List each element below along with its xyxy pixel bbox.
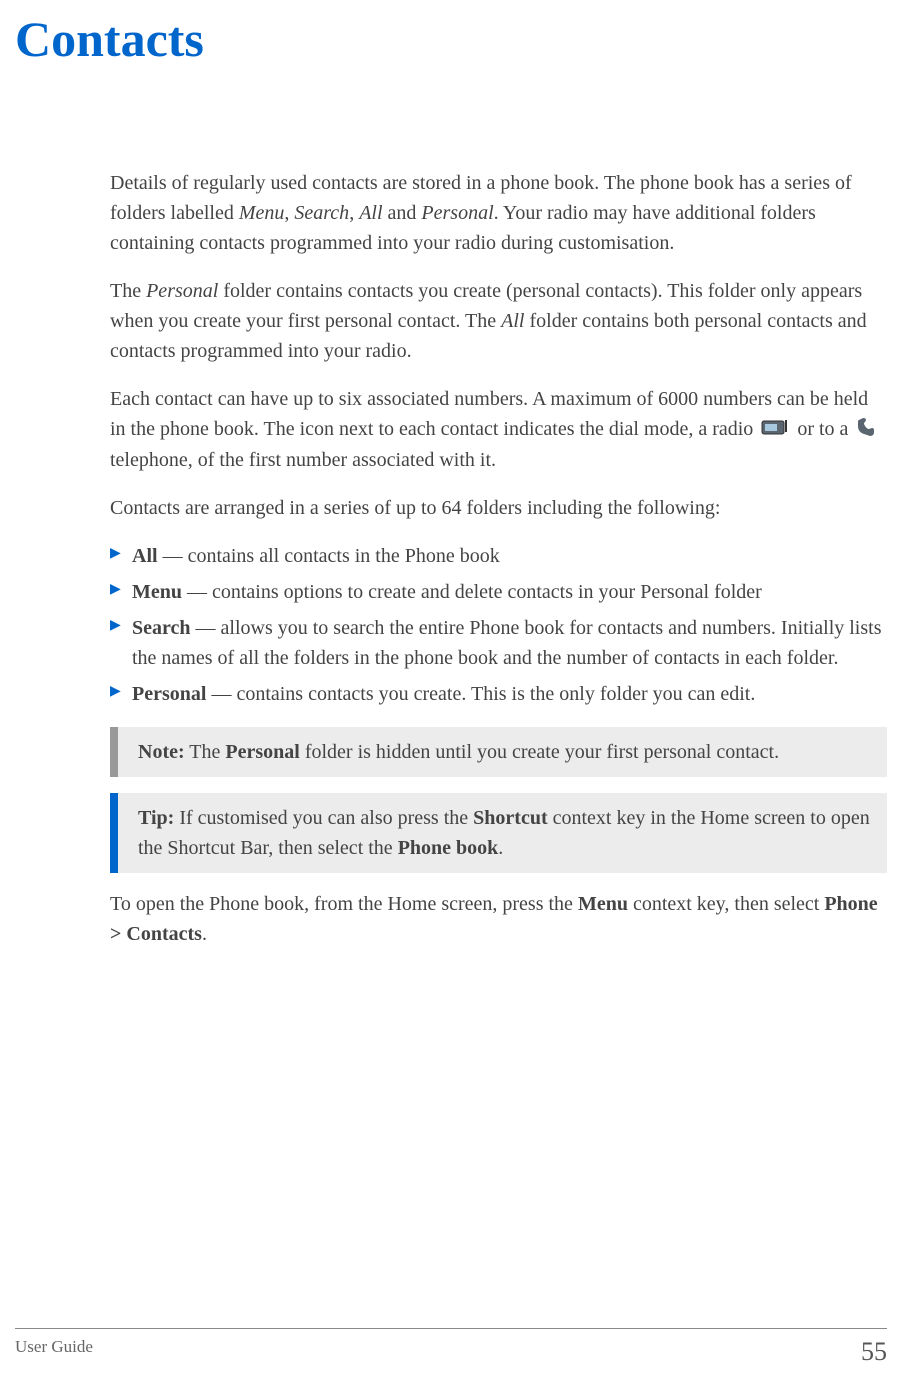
paragraph-intro: Details of regularly used contacts are s…	[110, 168, 887, 258]
tip-label: Tip:	[138, 807, 174, 829]
paragraph-folders: Contacts are arranged in a series of up …	[110, 493, 887, 523]
paragraph-open: To open the Phone book, from the Home sc…	[110, 889, 887, 949]
text: ,	[349, 202, 359, 224]
list-item: All — contains all contacts in the Phone…	[110, 541, 887, 571]
italic-text: Menu	[239, 202, 285, 224]
page-footer: User Guide 55	[15, 1328, 887, 1367]
text: telephone, of the first number associate…	[110, 449, 496, 471]
bold-text: Personal	[225, 741, 299, 763]
list-desc: — contains all contacts in the Phone boo…	[158, 545, 500, 567]
list-desc: — allows you to search the entire Phone …	[132, 617, 881, 669]
text: .	[202, 923, 207, 945]
list-label: Menu	[132, 581, 182, 603]
folder-list: All — contains all contacts in the Phone…	[110, 541, 887, 709]
page-number: 55	[861, 1337, 887, 1367]
body-content: Details of regularly used contacts are s…	[110, 168, 887, 949]
italic-text: Personal	[146, 280, 218, 302]
italic-text: All	[501, 310, 524, 332]
list-item: Personal — contains contacts you create.…	[110, 679, 887, 709]
text: folder is hidden until you create your f…	[300, 741, 779, 763]
bold-text: Menu	[578, 893, 628, 915]
text: context key, then select	[628, 893, 824, 915]
text: Each contact can have up to six associat…	[110, 388, 868, 440]
note-callout: Note: The Personal folder is hidden unti…	[110, 727, 887, 777]
page-title: Contacts	[0, 0, 917, 68]
italic-text: Search	[294, 202, 349, 224]
text: The	[110, 280, 146, 302]
text: and	[383, 202, 422, 224]
text: ,	[284, 202, 294, 224]
tip-callout: Tip: If customised you can also press th…	[110, 793, 887, 873]
list-item: Menu — contains options to create and de…	[110, 577, 887, 607]
list-item: Search — allows you to search the entire…	[110, 613, 887, 673]
note-label: Note:	[138, 741, 185, 763]
list-label: Personal	[132, 683, 206, 705]
telephone-icon	[856, 415, 876, 445]
paragraph-personal: The Personal folder contains contacts yo…	[110, 276, 887, 366]
text: If customised you can also press the	[174, 807, 473, 829]
text: The	[185, 741, 226, 763]
footer-left: User Guide	[15, 1337, 93, 1367]
bold-text: Shortcut	[473, 807, 547, 829]
italic-text: All	[359, 202, 382, 224]
list-desc: — contains contacts you create. This is …	[206, 683, 755, 705]
text: .	[498, 837, 503, 859]
list-label: All	[132, 545, 158, 567]
radio-icon	[761, 415, 789, 445]
bold-text: Phone book	[398, 837, 499, 859]
text: To open the Phone book, from the Home sc…	[110, 893, 578, 915]
italic-text: Personal	[421, 202, 493, 224]
list-desc: — contains options to create and delete …	[182, 581, 762, 603]
list-label: Search	[132, 617, 191, 639]
paragraph-numbers: Each contact can have up to six associat…	[110, 384, 887, 475]
text: or to a	[792, 418, 853, 440]
